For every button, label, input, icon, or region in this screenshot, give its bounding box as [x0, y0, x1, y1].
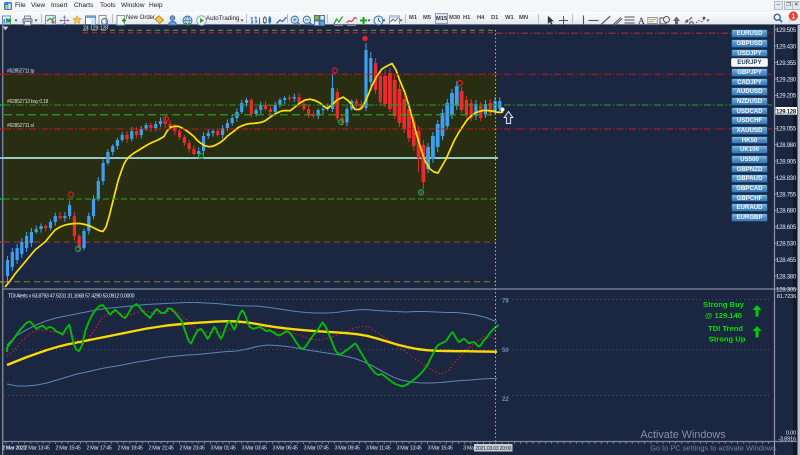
svg-text:TDI Trend: TDI Trend: [708, 324, 743, 333]
svg-text:3 Mar 15:45: 3 Mar 15:45: [428, 446, 453, 452]
svg-text:-3.8916: -3.8916: [778, 437, 796, 443]
svg-text:50: 50: [502, 348, 509, 354]
svg-text:129.055: 129.055: [776, 127, 797, 133]
svg-text:2 Mar 23:45: 2 Mar 23:45: [180, 446, 205, 452]
svg-text:2 Mar 17:45: 2 Mar 17:45: [87, 446, 112, 452]
svg-text:Strong Up: Strong Up: [709, 335, 746, 344]
svg-text:2 Mar 21:45: 2 Mar 21:45: [149, 446, 174, 452]
svg-text:128.680: 128.680: [776, 209, 797, 215]
svg-text:3 Mar 09:45: 3 Mar 09:45: [335, 446, 360, 452]
svg-text:A: A: [638, 17, 645, 26]
svg-text:129.355: 129.355: [776, 61, 797, 67]
svg-text:129.505: 129.505: [776, 28, 797, 34]
svg-text:129.205: 129.205: [776, 94, 797, 100]
svg-text:3 Mar 11:45: 3 Mar 11:45: [366, 446, 391, 452]
svg-text:TDI Alerts v 63.8793 47.5231 3: TDI Alerts v 63.8793 47.5231 31.1668 57.…: [8, 294, 135, 300]
svg-text:128.605: 128.605: [776, 225, 797, 231]
svg-text:129.128: 129.128: [776, 109, 797, 115]
svg-text:128.755: 128.755: [776, 192, 797, 198]
svg-text:2 Mar 19:45: 2 Mar 19:45: [118, 446, 143, 452]
svg-text:128.305: 128.305: [776, 288, 797, 294]
svg-text:128.905: 128.905: [776, 159, 797, 165]
svg-text:22: 22: [502, 397, 509, 403]
svg-text:2 Mar 13:45: 2 Mar 13:45: [25, 446, 50, 452]
svg-text:2 Mar 15:45: 2 Mar 15:45: [56, 446, 81, 452]
svg-text:78: 78: [502, 299, 509, 305]
svg-text:1: 1: [791, 12, 795, 21]
svg-text:2021.03.03 20:00: 2021.03.03 20:00: [475, 446, 511, 452]
svg-text:@ 129.140: @ 129.140: [705, 311, 742, 320]
svg-text:#62852711 tp: #62852711 tp: [7, 68, 35, 74]
svg-text:81.7236: 81.7236: [777, 294, 796, 300]
svg-text:Go to PC settings to activate: Go to PC settings to activate Windows.: [650, 444, 778, 453]
svg-text:3 Mar 03:45: 3 Mar 03:45: [242, 446, 267, 452]
svg-text:129.430: 129.430: [776, 44, 797, 50]
svg-text:Strong Buy: Strong Buy: [703, 300, 745, 309]
svg-text:128.980: 128.980: [776, 143, 797, 149]
svg-text:2 Mar 2021: 2 Mar 2021: [2, 446, 26, 452]
svg-text:3 Mar 07:45: 3 Mar 07:45: [304, 446, 329, 452]
svg-text:129.280: 129.280: [776, 77, 797, 83]
svg-text:128.380: 128.380: [776, 274, 797, 280]
svg-text:Activate Windows: Activate Windows: [640, 429, 726, 441]
svg-text:128.830: 128.830: [776, 176, 797, 182]
svg-text:#62852711 sl: #62852711 sl: [7, 123, 34, 129]
svg-text:3 Mar 01:45: 3 Mar 01:45: [211, 446, 236, 452]
svg-text:3 Mar 05:45: 3 Mar 05:45: [273, 446, 298, 452]
svg-text:128.455: 128.455: [776, 258, 797, 264]
svg-text:#62852713 buy 0.18: #62852713 buy 0.18: [7, 99, 49, 105]
svg-text:3 Mar 13:45: 3 Mar 13:45: [397, 446, 422, 452]
svg-text:128.530: 128.530: [776, 242, 797, 248]
